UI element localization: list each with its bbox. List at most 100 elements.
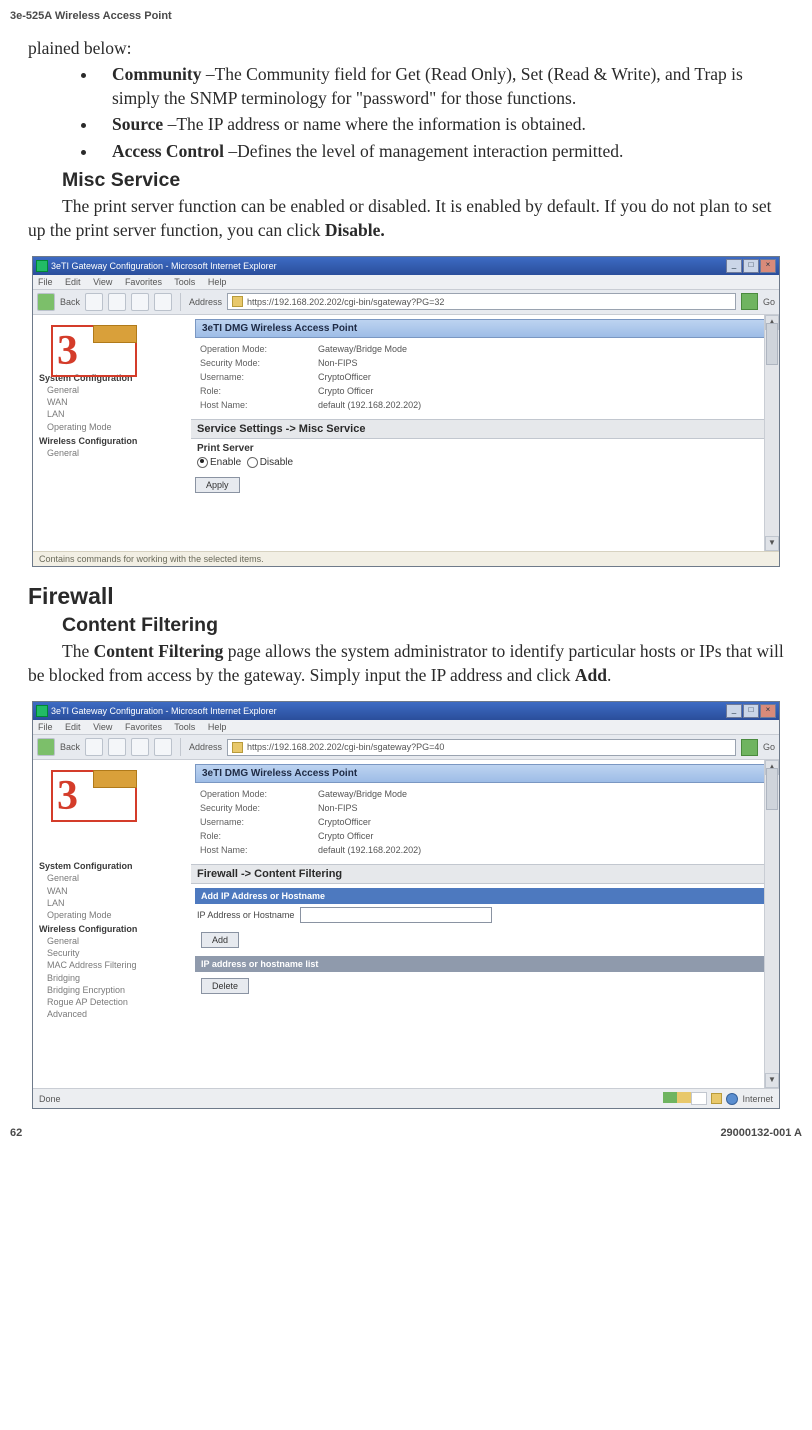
nav-operating-mode[interactable]: Operating Mode — [47, 421, 187, 433]
page-footer: 62 29000132-001 A — [10, 1127, 802, 1139]
back-label: Back — [60, 297, 80, 307]
refresh-button[interactable] — [131, 293, 149, 311]
menu-tools[interactable]: Tools — [174, 722, 195, 732]
scroll-down-icon[interactable]: ▼ — [765, 1073, 779, 1088]
close-button[interactable]: × — [760, 259, 776, 273]
close-button[interactable]: × — [760, 704, 776, 718]
menu-file[interactable]: File — [38, 277, 53, 287]
heading-content-filtering: Content Filtering — [62, 614, 784, 637]
radio-disable[interactable] — [247, 457, 258, 468]
scroll-thumb[interactable] — [766, 323, 778, 365]
window-title: 3eTI Gateway Configuration - Microsoft I… — [51, 706, 277, 716]
toolbar: Back Address https://192.168.202.202/cgi… — [33, 290, 779, 315]
nav-lan[interactable]: LAN — [47, 408, 187, 420]
print-server-radios: Enable Disable — [197, 457, 771, 468]
app-icon — [36, 705, 48, 717]
main-panel: 3eTI DMG Wireless Access Point Operation… — [191, 760, 779, 1088]
nav-bridging-encryption[interactable]: Bridging Encryption — [47, 984, 187, 996]
back-button[interactable] — [37, 738, 55, 756]
nav-general[interactable]: General — [47, 384, 187, 396]
scroll-down-icon[interactable]: ▼ — [765, 536, 779, 551]
window-titlebar: 3eTI Gateway Configuration - Microsoft I… — [33, 702, 779, 720]
text-source: –The IP address or name where the inform… — [163, 114, 586, 134]
nav-group-system: System Configuration — [39, 860, 187, 872]
nav-group-wireless: Wireless Configuration — [39, 435, 187, 447]
stop-button[interactable] — [108, 293, 126, 311]
add-button[interactable]: Add — [201, 932, 239, 948]
status-table: Operation Mode:Gateway/Bridge Mode Secur… — [195, 341, 773, 413]
go-button[interactable] — [741, 293, 758, 310]
delete-button[interactable]: Delete — [201, 978, 249, 994]
screenshot-content-filtering: 3eTI Gateway Configuration - Microsoft I… — [32, 701, 780, 1109]
minimize-button[interactable]: _ — [726, 259, 742, 273]
nav-bridging[interactable]: Bridging — [47, 972, 187, 984]
menu-help[interactable]: Help — [208, 277, 227, 287]
nav-operating-mode[interactable]: Operating Mode — [47, 909, 187, 921]
menu-file[interactable]: File — [38, 722, 53, 732]
nav-general[interactable]: General — [47, 872, 187, 884]
menu-view[interactable]: View — [93, 277, 112, 287]
page-content: 3 System Configuration General WAN LAN O… — [33, 315, 779, 551]
term-access-control: Access Control — [112, 141, 224, 161]
radio-enable[interactable] — [197, 457, 208, 468]
nav-wan[interactable]: WAN — [47, 885, 187, 897]
scrollbar[interactable]: ▲ ▼ — [764, 315, 779, 551]
go-button[interactable] — [741, 739, 758, 756]
nav-security[interactable]: Security — [47, 947, 187, 959]
ip-input-label: IP Address or Hostname — [197, 910, 294, 920]
panel-header: 3eTI DMG Wireless Access Point — [195, 764, 773, 783]
ip-input-row: IP Address or Hostname — [197, 907, 771, 923]
logo-3-text: 3 — [57, 775, 78, 817]
nav-wireless-general[interactable]: General — [47, 447, 187, 459]
nav-wireless-general[interactable]: General — [47, 935, 187, 947]
maximize-button[interactable]: □ — [743, 259, 759, 273]
page-content: 3 System Configuration General WAN LAN O… — [33, 760, 779, 1088]
nav-lan[interactable]: LAN — [47, 897, 187, 909]
heading-misc-service: Misc Service — [62, 169, 784, 192]
apply-button[interactable]: Apply — [195, 477, 240, 493]
menu-favorites[interactable]: Favorites — [125, 277, 162, 287]
ip-list-header: IP address or hostname list — [195, 956, 773, 972]
stop-button[interactable] — [108, 738, 126, 756]
refresh-button[interactable] — [131, 738, 149, 756]
section-heading: Firewall -> Content Filtering — [191, 864, 779, 884]
menu-edit[interactable]: Edit — [65, 722, 81, 732]
doc-number: 29000132-001 A — [720, 1127, 802, 1139]
page-number: 62 — [10, 1127, 22, 1139]
nav-wan[interactable]: WAN — [47, 396, 187, 408]
back-button[interactable] — [37, 293, 55, 311]
home-button[interactable] — [154, 293, 172, 311]
lock-icon — [711, 1093, 722, 1104]
home-button[interactable] — [154, 738, 172, 756]
forward-button[interactable] — [85, 738, 103, 756]
firewall-paragraph: The Content Filtering page allows the sy… — [28, 639, 784, 687]
scroll-thumb[interactable] — [766, 768, 778, 810]
menu-view[interactable]: View — [93, 722, 112, 732]
status-done: Done — [39, 1094, 61, 1104]
menu-help[interactable]: Help — [208, 722, 227, 732]
add-ip-header: Add IP Address or Hostname — [195, 888, 773, 904]
address-bar[interactable]: https://192.168.202.202/cgi-bin/sgateway… — [227, 739, 736, 756]
url-text: https://192.168.202.202/cgi-bin/sgateway… — [247, 742, 444, 752]
maximize-button[interactable]: □ — [743, 704, 759, 718]
menu-favorites[interactable]: Favorites — [125, 722, 162, 732]
nav-mac-filtering[interactable]: MAC Address Filtering — [47, 959, 187, 971]
nav-rogue-ap[interactable]: Rogue AP Detection — [47, 996, 187, 1008]
url-text: https://192.168.202.202/cgi-bin/sgateway… — [247, 297, 444, 307]
status-table: Operation Mode:Gateway/Bridge Mode Secur… — [195, 786, 773, 858]
back-label: Back — [60, 742, 80, 752]
menu-bar: File Edit View Favorites Tools Help — [33, 275, 779, 290]
menu-edit[interactable]: Edit — [65, 277, 81, 287]
go-label: Go — [763, 297, 775, 307]
minimize-button[interactable]: _ — [726, 704, 742, 718]
globe-icon — [726, 1093, 738, 1105]
window-titlebar: 3eTI Gateway Configuration - Microsoft I… — [33, 257, 779, 275]
address-bar[interactable]: https://192.168.202.202/cgi-bin/sgateway… — [227, 293, 736, 310]
definition-list: Community –The Community field for Get (… — [28, 62, 784, 163]
scrollbar[interactable]: ▲ ▼ — [764, 760, 779, 1088]
ip-input[interactable] — [300, 907, 492, 923]
menu-tools[interactable]: Tools — [174, 277, 195, 287]
main-panel: 3eTI DMG Wireless Access Point Operation… — [191, 315, 779, 551]
nav-advanced[interactable]: Advanced — [47, 1008, 187, 1020]
forward-button[interactable] — [85, 293, 103, 311]
